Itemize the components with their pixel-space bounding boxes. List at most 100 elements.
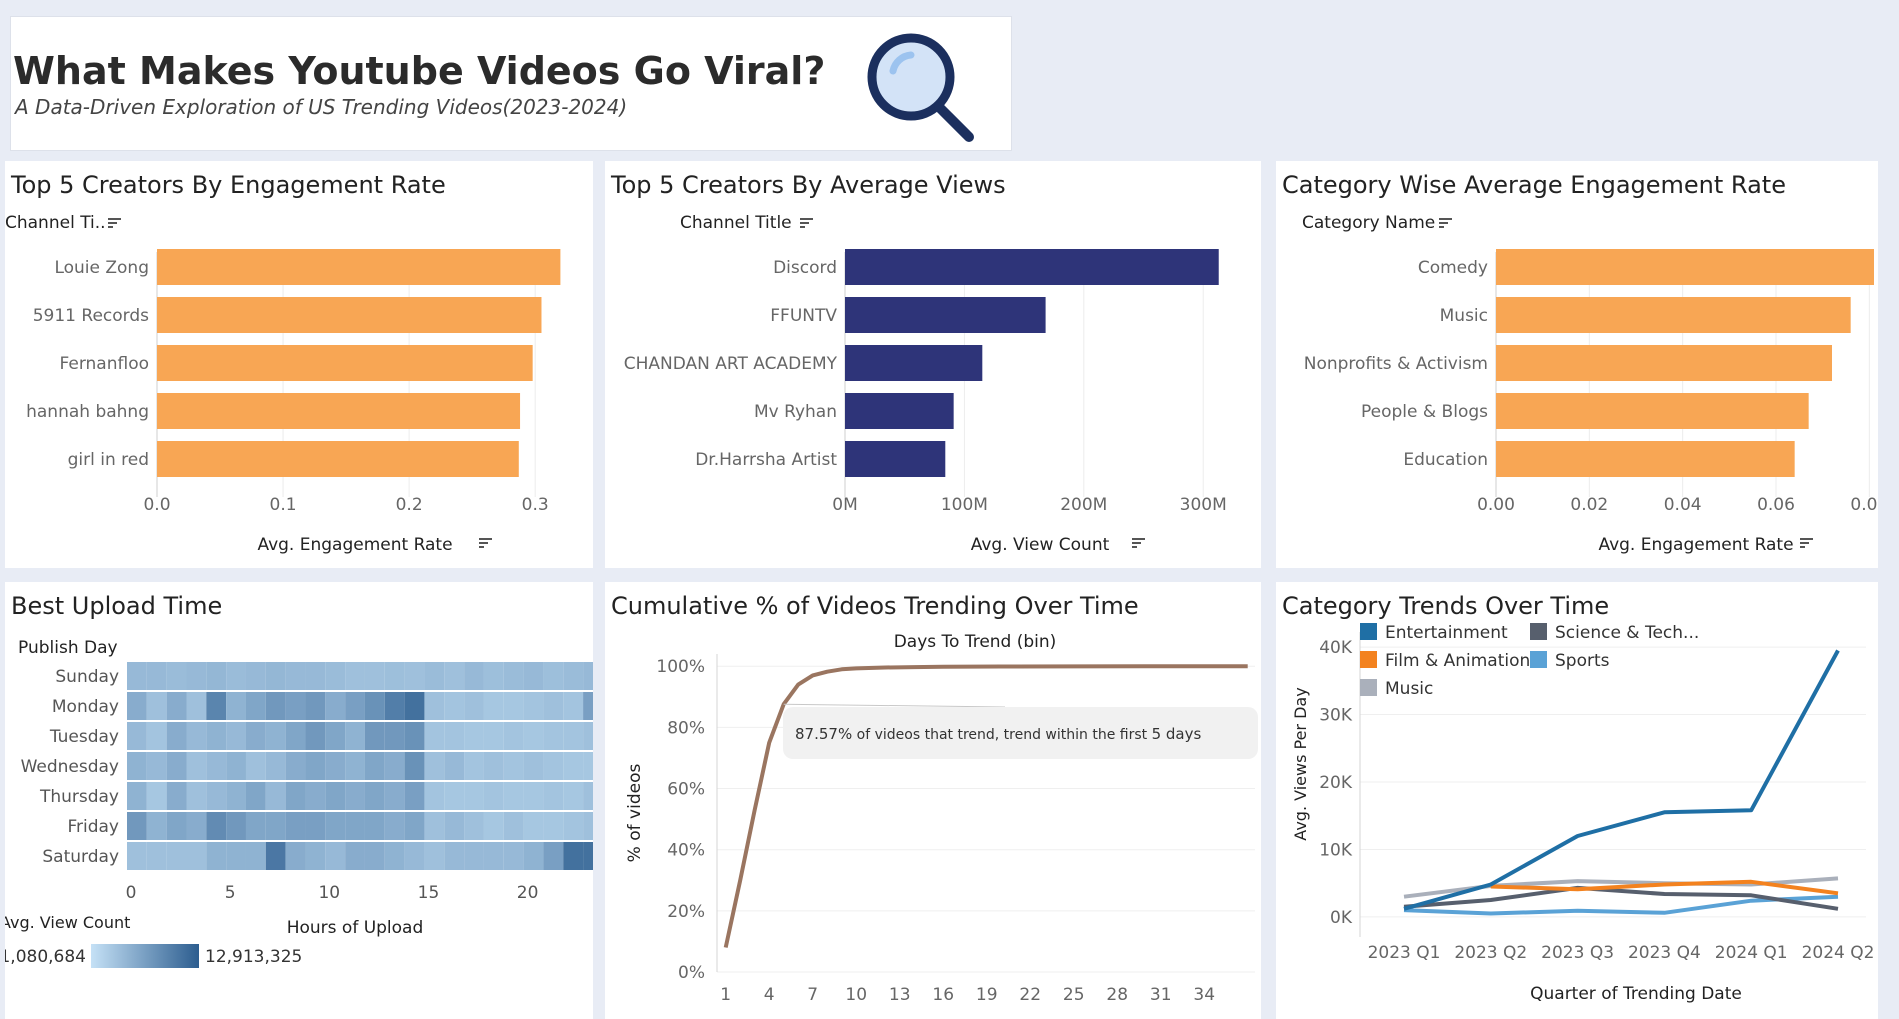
heat-cell	[583, 722, 593, 750]
heat-cell	[404, 782, 425, 810]
upload-time-panel: Best Upload Time Publish Day Sunday Monday…	[5, 582, 593, 1019]
heat-cell	[206, 752, 227, 780]
annotation-body: of videos that trend, trend within the f…	[852, 727, 1151, 743]
heat-cell	[285, 782, 306, 810]
heat-cell	[226, 842, 246, 870]
heat-cell	[305, 782, 326, 810]
heat-cell	[245, 662, 266, 690]
heat-cell	[583, 752, 593, 780]
x-tick-label: 300M	[1180, 495, 1227, 515]
y-axis-label: % of videos	[625, 764, 645, 863]
heat-cell	[503, 722, 524, 750]
bar	[845, 345, 983, 381]
heat-cell	[523, 722, 544, 750]
x-tick-label: 100M	[941, 495, 988, 515]
x-tick-label: 2024 Q1	[1715, 943, 1788, 963]
heat-cell	[404, 812, 425, 840]
heat-cell	[483, 722, 504, 750]
engagement-panel: Top 5 Creators By Engagement Rate 0.0 0.1…	[5, 161, 593, 568]
heat-cell	[563, 752, 584, 780]
heat-cell	[543, 692, 564, 720]
heat-cell	[424, 692, 445, 720]
x-tick-label: 4	[764, 985, 775, 1005]
heat-cell	[543, 812, 564, 840]
bar	[845, 297, 1046, 333]
sort-icon	[479, 538, 492, 548]
heat-cell	[464, 722, 484, 750]
x-tick-label: 2024 Q2	[1802, 943, 1875, 963]
category-label: Nonprofits & Activism	[1304, 354, 1488, 374]
legend-title: Avg. View Count	[5, 913, 130, 932]
heat-cell	[424, 752, 445, 780]
heat-cell	[186, 812, 207, 840]
heat-cell	[127, 782, 147, 810]
heat-cell	[305, 812, 326, 840]
heat-cell	[265, 692, 286, 720]
x-axis-label: Quarter of Trending Date	[1530, 984, 1742, 1004]
heat-cell	[404, 722, 425, 750]
heat-cell	[444, 782, 465, 810]
x-tick-label: 10	[845, 985, 867, 1005]
heat-cell	[186, 782, 207, 810]
heat-cell	[186, 752, 207, 780]
day-label: Thursday	[39, 787, 119, 807]
x-tick-label: 13	[889, 985, 911, 1005]
heat-cell	[245, 782, 266, 810]
engagement-chart: 0.0 0.1 0.2 0.3 Channel Ti.. Louie Zong 5911 R…	[5, 213, 561, 555]
heat-cell	[226, 752, 246, 780]
heat-cell	[464, 842, 484, 870]
heat-cell	[166, 752, 187, 780]
legend-label: Music	[1385, 679, 1433, 699]
heat-cell	[127, 662, 147, 690]
heat-cell	[186, 722, 207, 750]
x-axis-label: Hours of Upload	[287, 918, 424, 938]
heat-cell	[384, 842, 405, 870]
x-tick-label: 16	[932, 985, 954, 1005]
heat-cell	[563, 722, 584, 750]
heat-cell	[563, 782, 584, 810]
x-tick-label: 2023 Q1	[1368, 943, 1441, 963]
legend-label: Film & Animation	[1385, 651, 1530, 671]
heat-cell	[305, 842, 326, 870]
heat-cell	[444, 752, 465, 780]
heat-cell	[206, 812, 227, 840]
heat-cell	[404, 662, 425, 690]
x-tick-label: 0.04	[1664, 495, 1702, 515]
heat-cell	[404, 692, 425, 720]
y-axis-label: Avg. Views Per Day	[1291, 687, 1310, 840]
heat-cell	[464, 812, 484, 840]
heat-cell	[563, 812, 584, 840]
heat-cell	[384, 812, 405, 840]
heat-cell	[325, 692, 346, 720]
heat-cell	[384, 752, 405, 780]
heat-cell	[245, 692, 266, 720]
sort-icon	[1439, 218, 1452, 228]
category-label: 5911 Records	[33, 306, 149, 326]
row-header: Channel Title	[680, 213, 792, 233]
heat-cell	[364, 752, 385, 780]
heat-cell	[265, 722, 286, 750]
y-tick-label: 20K	[1319, 773, 1353, 793]
heat-cell	[563, 842, 584, 870]
row-header: Publish Day	[18, 638, 118, 658]
bar	[1496, 393, 1809, 429]
heat-cell	[166, 782, 187, 810]
annotation-text: 87.57% of videos that trend, trend withi…	[795, 725, 1201, 743]
heat-cell	[285, 722, 306, 750]
bar	[1496, 249, 1874, 285]
heat-cell	[483, 752, 504, 780]
category-label: Fernanfloo	[60, 354, 149, 374]
heat-cell	[206, 842, 227, 870]
x-tick-label: 2023 Q4	[1628, 943, 1701, 963]
x-tick-label: 2023 Q3	[1541, 943, 1614, 963]
heat-cell	[127, 842, 147, 870]
heat-cell	[543, 752, 564, 780]
heat-cell	[583, 662, 593, 690]
legend-swatch	[1530, 651, 1547, 668]
heat-cell	[563, 692, 584, 720]
bar	[157, 393, 521, 429]
legend-label: Science & Tech...	[1555, 623, 1699, 643]
bar	[1496, 297, 1851, 333]
y-tick-label: 40K	[1319, 638, 1353, 658]
heat-cell	[345, 722, 365, 750]
